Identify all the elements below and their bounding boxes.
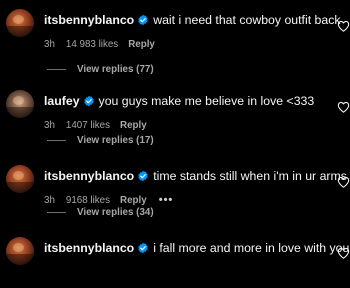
avatar-highlight [13, 171, 24, 180]
timestamp: 3h [44, 38, 55, 50]
verified-badge-icon [138, 242, 148, 254]
heart-icon[interactable] [337, 247, 350, 259]
comment-meta: 3h 14 983 likes Reply [44, 37, 155, 51]
comment-body: itsbennyblanco wait i need that cowboy o… [44, 12, 341, 28]
view-replies-button[interactable]: View replies (34) [47, 205, 154, 219]
comment-item: itsbennyblanco time stands still when i'… [0, 156, 350, 219]
avatar[interactable] [6, 237, 34, 265]
avatar-shade [6, 182, 34, 193]
verified-badge-icon [83, 95, 94, 107]
view-replies-label: View replies (34) [77, 206, 154, 218]
avatar-highlight [13, 15, 24, 24]
replies-divider [47, 211, 66, 213]
comment-item: laufey you guys make me believe in love … [0, 81, 350, 146]
heart-icon[interactable] [337, 176, 350, 188]
like-count[interactable]: 14 983 likes [66, 39, 118, 50]
avatar[interactable] [6, 9, 34, 37]
avatar-shade [6, 26, 34, 37]
comment-body: laufey you guys make me believe in love … [44, 93, 314, 109]
view-replies-button[interactable]: View replies (17) [47, 133, 154, 147]
comment-body: itsbennyblanco i fall more and more in l… [44, 240, 349, 256]
replies-divider [47, 68, 66, 70]
comment-text: wait i need that cowboy outfit back [153, 13, 341, 27]
comment-text: i fall more and more in love with you [153, 241, 350, 255]
verified-badge-icon [138, 170, 148, 182]
timestamp: 3h [44, 194, 55, 206]
avatar-highlight [13, 96, 24, 105]
comment-item: itsbennyblanco i fall more and more in l… [0, 228, 350, 288]
comment-body: itsbennyblanco time stands still when i'… [44, 168, 347, 184]
timestamp: 3h [44, 119, 55, 131]
view-replies-label: View replies (77) [77, 63, 154, 75]
comment-meta: 3h 1407 likes Reply [44, 118, 147, 132]
reply-button[interactable]: Reply [120, 195, 147, 206]
comments-list: itsbennyblanco wait i need that cowboy o… [0, 0, 350, 265]
heart-icon[interactable] [337, 20, 350, 32]
heart-icon[interactable] [337, 101, 350, 113]
reply-button[interactable]: Reply [128, 39, 155, 50]
replies-divider [47, 139, 66, 141]
username-link[interactable]: itsbennyblanco [44, 241, 134, 255]
avatar[interactable] [6, 165, 34, 193]
avatar-shade [6, 107, 34, 118]
avatar-shade [6, 254, 34, 265]
view-replies-button[interactable]: View replies (77) [47, 62, 154, 76]
avatar[interactable] [6, 90, 34, 118]
view-replies-label: View replies (17) [77, 134, 154, 146]
like-count[interactable]: 9168 likes [66, 195, 110, 206]
comment-text: you guys make me believe in love <333 [98, 94, 315, 108]
like-count[interactable]: 1407 likes [66, 120, 110, 131]
username-link[interactable]: laufey [44, 94, 80, 108]
username-link[interactable]: itsbennyblanco [44, 169, 134, 183]
reply-button[interactable]: Reply [120, 120, 147, 131]
verified-badge-icon [138, 14, 148, 26]
more-options-button[interactable]: ••• [159, 194, 174, 206]
comment-item: itsbennyblanco wait i need that cowboy o… [0, 0, 350, 75]
avatar-highlight [13, 243, 24, 252]
username-link[interactable]: itsbennyblanco [44, 13, 134, 27]
comment-text: time stands still when i'm in ur arms [153, 169, 347, 183]
